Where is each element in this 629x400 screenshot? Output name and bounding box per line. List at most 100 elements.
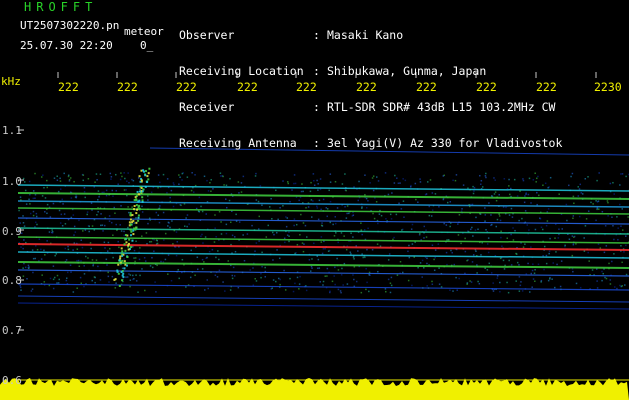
noise-pixel [35, 245, 37, 247]
noise-pixel [44, 211, 46, 213]
noise-pixel [579, 286, 582, 289]
noise-pixel [423, 237, 425, 239]
noise-pixel [254, 175, 257, 177]
noise-pixel [137, 291, 139, 293]
noise-pixel [123, 189, 126, 191]
noise-pixel [449, 201, 452, 203]
noise-pixel [316, 205, 318, 208]
noise-pixel [141, 211, 144, 213]
noise-pixel [124, 177, 126, 180]
noise-pixel [294, 282, 296, 285]
noise-pixel [401, 229, 403, 231]
noise-pixel [430, 215, 433, 217]
noise-pixel [324, 247, 326, 250]
noise-pixel [423, 225, 426, 228]
noise-pixel [552, 262, 555, 264]
noise-pixel [214, 227, 216, 229]
noise-pixel [364, 174, 366, 176]
noise-pixel [70, 271, 72, 273]
noise-pixel [598, 172, 600, 174]
noise-pixel [115, 223, 118, 226]
noise-pixel [224, 290, 226, 292]
noise-pixel [506, 237, 509, 239]
meteor-echo-pixel [131, 239, 134, 242]
noise-pixel [133, 222, 136, 224]
noise-pixel [68, 179, 71, 181]
meteor-echo-pixel [135, 221, 138, 224]
noise-pixel [358, 180, 360, 183]
meteor-echo-pixel [118, 284, 121, 287]
meteor-echo-pixel [124, 249, 127, 252]
noise-pixel [573, 202, 575, 205]
noise-pixel [490, 272, 493, 274]
noise-pixel [334, 283, 336, 286]
noise-pixel [32, 271, 34, 274]
noise-pixel [198, 196, 201, 199]
noise-pixel [455, 276, 457, 279]
noise-pixel [60, 213, 63, 216]
noise-pixel [141, 268, 143, 270]
noise-pixel [536, 203, 538, 206]
noise-pixel [380, 214, 383, 217]
meteor-echo-pixel [142, 188, 145, 191]
noise-pixel [67, 248, 70, 251]
noise-pixel [309, 190, 312, 193]
noise-pixel [100, 213, 102, 215]
noise-pixel [605, 277, 608, 280]
noise-pixel [32, 197, 35, 200]
noise-pixel [572, 195, 575, 198]
carrier-line [17, 227, 629, 235]
noise-pixel [46, 186, 49, 189]
noise-pixel [411, 284, 413, 287]
noise-pixel [32, 257, 35, 260]
noise-pixel [352, 274, 354, 276]
noise-pixel [619, 184, 621, 186]
noise-pixel [70, 197, 73, 199]
noise-pixel [387, 278, 390, 281]
noise-pixel [532, 263, 534, 265]
noise-pixel [231, 274, 234, 277]
noise-pixel [275, 231, 278, 234]
noise-pixel [350, 232, 352, 234]
noise-pixel [72, 249, 74, 251]
noise-pixel [322, 248, 325, 250]
noise-pixel [234, 250, 237, 253]
noise-pixel [123, 230, 125, 233]
noise-pixel [289, 200, 291, 203]
noise-pixel [476, 264, 478, 266]
noise-pixel [587, 210, 590, 212]
noise-pixel [219, 175, 222, 177]
noise-pixel [611, 216, 613, 218]
noise-pixel [554, 286, 556, 289]
noise-pixel [591, 269, 594, 271]
noise-pixel [377, 180, 380, 182]
noise-pixel [228, 199, 231, 202]
noise-pixel [41, 274, 43, 276]
noise-pixel [334, 266, 336, 269]
noise-pixel [269, 206, 271, 208]
noise-pixel [332, 223, 334, 226]
noise-pixel [625, 175, 627, 178]
noise-pixel [345, 189, 347, 192]
date-time: 25.07.30 22:20 [20, 39, 113, 52]
noise-pixel [44, 254, 46, 256]
noise-pixel [480, 183, 482, 185]
noise-pixel [429, 179, 432, 181]
noise-pixel [133, 257, 135, 259]
noise-pixel [213, 241, 216, 243]
noise-pixel [560, 260, 563, 262]
noise-pixel [92, 263, 95, 266]
noise-pixel [555, 251, 557, 253]
noise-pixel [404, 179, 407, 182]
noise-pixel [80, 282, 83, 285]
carrier-line [17, 236, 629, 244]
noise-pixel [433, 269, 436, 272]
noise-pixel [304, 224, 307, 227]
noise-pixel [154, 281, 156, 283]
meteor-echo-pixel [120, 271, 123, 274]
noise-pixel [399, 182, 401, 184]
noise-pixel [36, 223, 38, 226]
noise-pixel [110, 221, 113, 224]
noise-pixel [458, 214, 461, 216]
noise-pixel [103, 241, 106, 244]
